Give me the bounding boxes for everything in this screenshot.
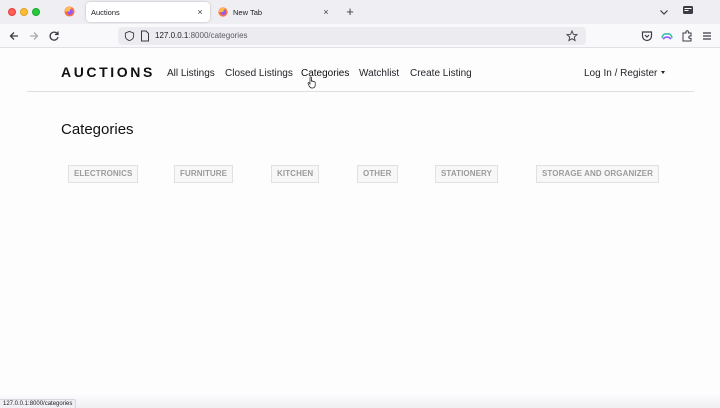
shield-icon[interactable] xyxy=(124,30,135,42)
nav-create-listing[interactable]: Create Listing xyxy=(410,68,472,79)
window-zoom-button[interactable] xyxy=(32,8,40,16)
category-storage-and-organizer[interactable]: STORAGE AND ORGANIZER xyxy=(536,165,659,183)
pocket-icon[interactable] xyxy=(640,29,654,43)
star-icon[interactable] xyxy=(566,30,578,42)
tab-new-tab[interactable]: New Tab × xyxy=(212,2,336,22)
login-register-dropdown[interactable]: Log In / Register xyxy=(584,68,666,79)
reload-icon[interactable] xyxy=(47,29,61,43)
window-close-button[interactable] xyxy=(8,8,16,16)
category-furniture[interactable]: FURNITURE xyxy=(174,165,234,183)
tab-strip: Auctions × New Tab × + xyxy=(0,0,720,24)
new-tab-button[interactable]: + xyxy=(343,4,357,20)
tab-close-button[interactable]: × xyxy=(193,7,207,17)
navigation-toolbar: 127.0.0.1:8000/categories xyxy=(0,24,720,48)
tab-title: New Tab xyxy=(233,7,263,17)
login-register-label: Log In / Register xyxy=(584,68,658,79)
caret-down-icon xyxy=(661,70,666,74)
arrow-left-icon[interactable] xyxy=(7,29,21,43)
status-bar-url: 127.0.0.1:8000/categories xyxy=(0,399,77,408)
tab-close-button[interactable]: × xyxy=(319,7,333,17)
firefox-view-icon[interactable] xyxy=(64,6,75,17)
bottom-shadow xyxy=(0,394,720,408)
hamburger-menu-icon[interactable] xyxy=(700,29,714,43)
url-path: :8000/categories xyxy=(188,31,248,40)
nav-all-listings[interactable]: All Listings xyxy=(167,68,215,79)
extension-icon[interactable] xyxy=(682,4,694,16)
header-divider xyxy=(27,91,694,92)
firefox-icon xyxy=(218,7,228,17)
sync-icon[interactable] xyxy=(660,29,674,43)
category-other[interactable]: OTHER xyxy=(357,165,398,183)
category-kitchen[interactable]: KITCHEN xyxy=(271,165,320,183)
window-minimize-button[interactable] xyxy=(20,8,28,16)
puzzle-icon[interactable] xyxy=(680,29,694,43)
category-stationery[interactable]: STATIONERY xyxy=(435,165,499,183)
page-title: Categories xyxy=(61,121,134,138)
nav-closed-listings[interactable]: Closed Listings xyxy=(225,68,293,79)
nav-watchlist[interactable]: Watchlist xyxy=(359,68,399,79)
arrow-right-icon[interactable] xyxy=(27,29,41,43)
tab-auctions[interactable]: Auctions × xyxy=(86,2,210,22)
chevron-down-icon[interactable] xyxy=(658,6,670,18)
tab-title: Auctions xyxy=(91,7,120,17)
hand-pointer-icon xyxy=(307,76,316,89)
site-brand[interactable]: AUCTIONS xyxy=(61,64,155,80)
url-host: 127.0.0.1 xyxy=(155,31,189,40)
page-icon[interactable] xyxy=(140,30,150,42)
url-text[interactable]: 127.0.0.1:8000/categories xyxy=(155,30,248,42)
category-electronics[interactable]: ELECTRONICS xyxy=(68,165,139,183)
url-bar[interactable]: 127.0.0.1:8000/categories xyxy=(118,27,586,45)
